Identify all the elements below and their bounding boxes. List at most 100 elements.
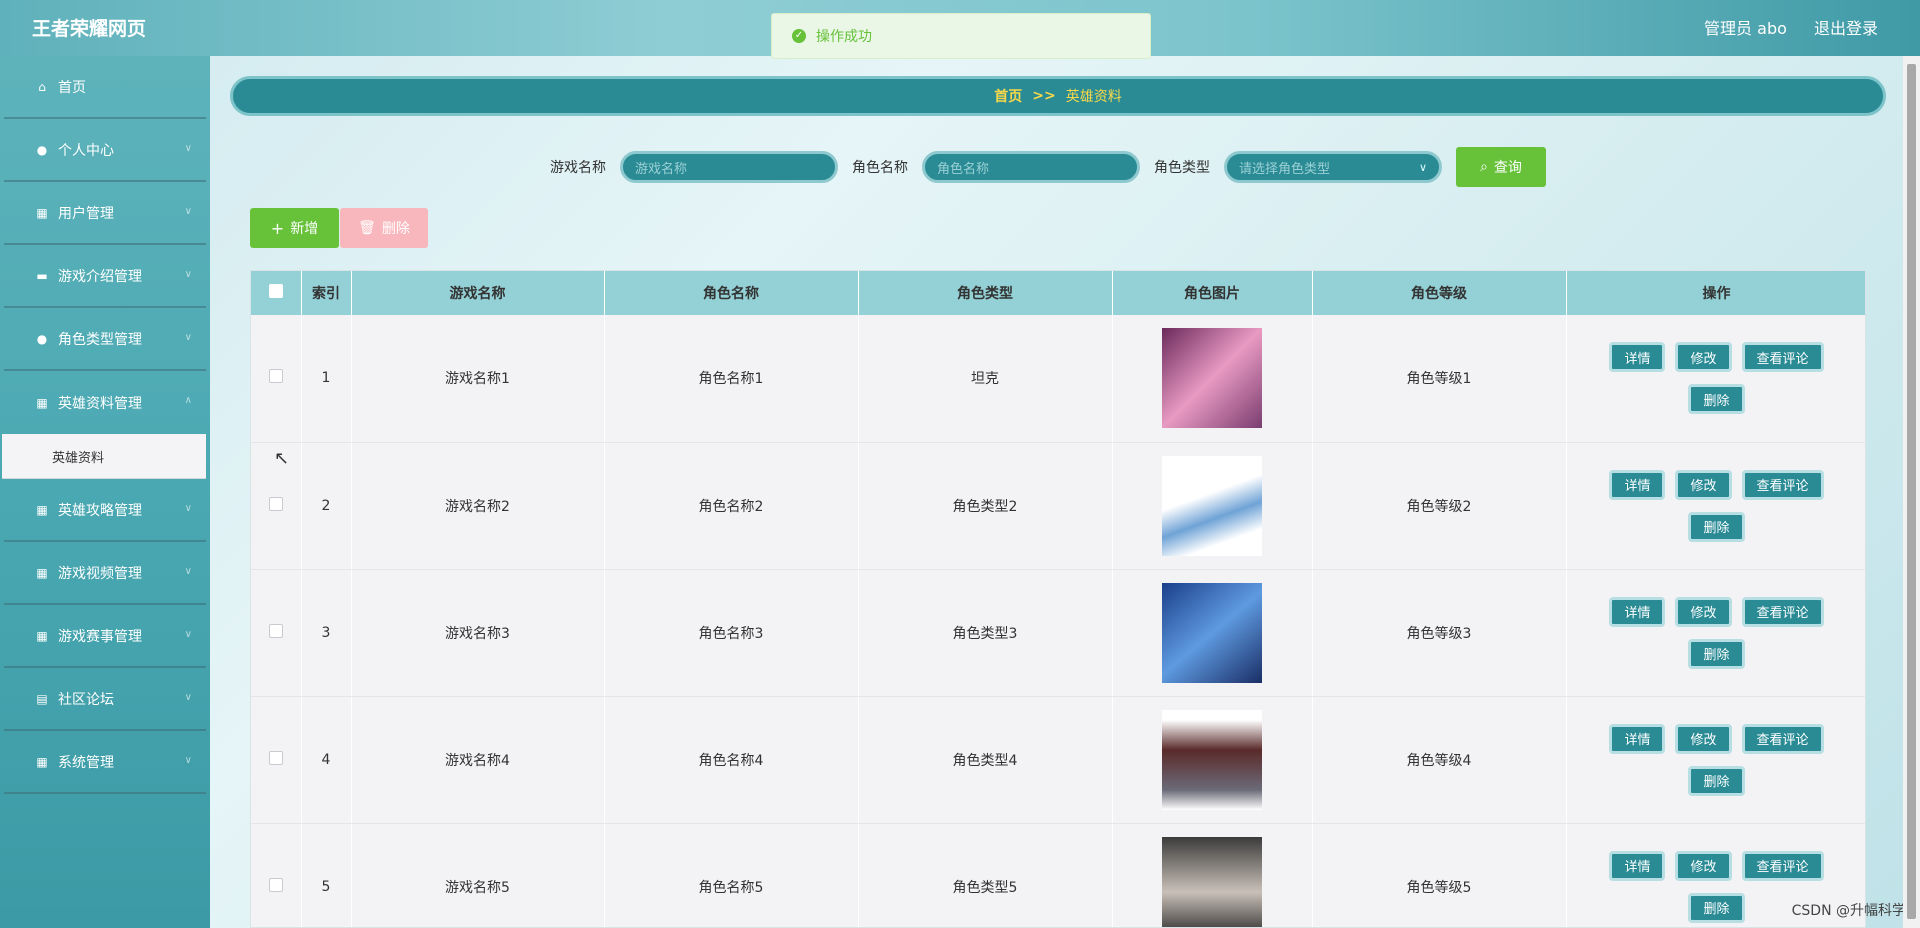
column-header-role-image: 角色图片 bbox=[1112, 271, 1313, 315]
row-role-level: 角色等级5 bbox=[1312, 823, 1567, 927]
edit-button[interactable]: 修改 bbox=[1675, 596, 1732, 627]
user-icon: ● bbox=[36, 331, 48, 346]
role-type-select[interactable]: 请选择角色类型 ∨ bbox=[1224, 151, 1442, 183]
row-checkbox[interactable] bbox=[268, 750, 283, 765]
sidebar-subitem-hero-info[interactable]: 英雄资料 bbox=[2, 434, 206, 479]
sidebar-item-home[interactable]: ⌂ 首页 bbox=[4, 56, 206, 119]
sidebar-item-system[interactable]: ▦ 系统管理 ∨ bbox=[4, 731, 206, 794]
column-header-actions: 操作 bbox=[1566, 271, 1865, 315]
sidebar-item-label: 个人中心 bbox=[58, 142, 114, 159]
row-role-type: 坦克 bbox=[858, 315, 1113, 443]
row-checkbox[interactable] bbox=[268, 623, 283, 638]
row-role-level: 角色等级1 bbox=[1312, 315, 1567, 443]
page-scrollbar[interactable] bbox=[1903, 56, 1920, 928]
chevron-down-icon: ∨ bbox=[184, 692, 192, 703]
row-select-cell bbox=[251, 823, 302, 927]
chevron-down-icon: ∨ bbox=[184, 206, 192, 217]
sidebar-item-hero-info[interactable]: ▦ 英雄资料管理 ∧ bbox=[4, 371, 206, 434]
grid-icon: ▦ bbox=[36, 628, 48, 643]
table-row: 1 游戏名称1 角色名称1 坦克 角色等级1 详情 修改 查看评论 删除 bbox=[251, 315, 1865, 443]
row-index: 4 bbox=[301, 696, 352, 824]
detail-button[interactable]: 详情 bbox=[1609, 469, 1666, 500]
breadcrumb: 首页 >> 英雄资料 bbox=[230, 76, 1886, 116]
sidebar-item-forum[interactable]: ▤ 社区论坛 ∨ bbox=[4, 668, 206, 731]
column-header-role-level: 角色等级 bbox=[1312, 271, 1567, 315]
row-delete-button[interactable]: 删除 bbox=[1688, 384, 1745, 415]
grid-icon: ▦ bbox=[36, 565, 48, 580]
row-role-level: 角色等级4 bbox=[1312, 696, 1567, 824]
sidebar-item-game-intro[interactable]: ▬ 游戏介绍管理 ∨ bbox=[4, 245, 206, 308]
sidebar-item-role-type[interactable]: ● 角色类型管理 ∨ bbox=[4, 308, 206, 371]
breadcrumb-current: 英雄资料 bbox=[1065, 89, 1122, 105]
toast-message: 操作成功 bbox=[816, 29, 872, 45]
sidebar-item-label: 游戏赛事管理 bbox=[58, 628, 142, 645]
select-all-checkbox[interactable] bbox=[268, 284, 283, 298]
detail-button[interactable]: 详情 bbox=[1609, 723, 1666, 754]
row-checkbox[interactable] bbox=[268, 369, 283, 384]
chevron-down-icon: ∨ bbox=[184, 503, 192, 514]
role-image bbox=[1162, 836, 1262, 927]
row-actions: 详情 修改 查看评论 删除 bbox=[1566, 442, 1865, 570]
add-button[interactable]: + 新增 bbox=[250, 208, 339, 248]
table-row: 4 游戏名称4 角色名称4 角色类型4 角色等级4 详情 修改 查看评论 删除 bbox=[251, 696, 1865, 824]
sidebar-item-hero-guide[interactable]: ▦ 英雄攻略管理 ∨ bbox=[4, 479, 206, 542]
chevron-up-icon: ∧ bbox=[184, 395, 192, 406]
row-delete-button[interactable]: 删除 bbox=[1688, 765, 1745, 796]
query-button[interactable]: ⌕ 查询 bbox=[1456, 147, 1546, 187]
column-header-role-name: 角色名称 bbox=[604, 271, 859, 315]
breadcrumb-home[interactable]: 首页 bbox=[994, 86, 1022, 106]
role-image bbox=[1162, 582, 1262, 683]
edit-button[interactable]: 修改 bbox=[1675, 723, 1732, 754]
row-role-type: 角色类型2 bbox=[858, 442, 1113, 570]
row-select-cell bbox=[251, 315, 302, 443]
user-icon: ● bbox=[36, 142, 48, 157]
scrollbar-thumb[interactable] bbox=[1907, 64, 1916, 919]
view-comments-button[interactable]: 查看评论 bbox=[1741, 596, 1824, 627]
admin-user-label[interactable]: 管理员 abo bbox=[1704, 19, 1787, 38]
chevron-down-icon: ∨ bbox=[184, 566, 192, 577]
game-name-input[interactable]: 游戏名称 bbox=[620, 151, 838, 183]
sidebar-item-user-management[interactable]: ▦ 用户管理 ∨ bbox=[4, 182, 206, 245]
row-role-type: 角色类型4 bbox=[858, 696, 1113, 824]
row-actions: 详情 修改 查看评论 删除 bbox=[1566, 696, 1865, 824]
edit-button[interactable]: 修改 bbox=[1675, 469, 1732, 500]
row-role-name: 角色名称1 bbox=[604, 315, 859, 443]
row-index: 1 bbox=[301, 315, 352, 443]
row-role-name: 角色名称5 bbox=[604, 823, 859, 927]
row-delete-button[interactable]: 删除 bbox=[1688, 511, 1745, 542]
edit-button[interactable]: 修改 bbox=[1675, 342, 1732, 373]
row-game-name: 游戏名称3 bbox=[351, 569, 605, 697]
row-role-type: 角色类型5 bbox=[858, 823, 1113, 927]
logout-button[interactable]: 退出登录 bbox=[1814, 19, 1878, 38]
chat-icon: ▬ bbox=[36, 268, 48, 283]
chevron-down-icon: ∨ bbox=[1418, 160, 1427, 174]
sidebar-item-personal-center[interactable]: ● 个人中心 ∨ bbox=[4, 119, 206, 182]
chevron-down-icon: ∨ bbox=[184, 755, 192, 766]
row-checkbox[interactable] bbox=[268, 496, 283, 511]
role-name-input[interactable]: 角色名称 bbox=[922, 151, 1140, 183]
sidebar-item-game-events[interactable]: ▦ 游戏赛事管理 ∨ bbox=[4, 605, 206, 668]
view-comments-button[interactable]: 查看评论 bbox=[1741, 342, 1824, 373]
detail-button[interactable]: 详情 bbox=[1609, 596, 1666, 627]
row-delete-button[interactable]: 删除 bbox=[1688, 638, 1745, 669]
breadcrumb-separator: >> bbox=[1032, 88, 1056, 104]
row-role-name: 角色名称3 bbox=[604, 569, 859, 697]
sidebar-item-game-video[interactable]: ▦ 游戏视频管理 ∨ bbox=[4, 542, 206, 605]
role-image bbox=[1162, 328, 1262, 429]
row-game-name: 游戏名称1 bbox=[351, 315, 605, 443]
sidebar-item-label: 英雄资料管理 bbox=[58, 395, 142, 412]
batch-delete-button[interactable]: 🗑 删除 bbox=[340, 208, 428, 248]
row-role-image-cell bbox=[1112, 696, 1313, 824]
row-delete-button[interactable]: 删除 bbox=[1688, 892, 1745, 923]
view-comments-button[interactable]: 查看评论 bbox=[1741, 850, 1824, 881]
view-comments-button[interactable]: 查看评论 bbox=[1741, 469, 1824, 500]
row-checkbox[interactable] bbox=[268, 877, 283, 892]
edit-button[interactable]: 修改 bbox=[1675, 850, 1732, 881]
game-name-label: 游戏名称 bbox=[550, 160, 606, 176]
view-comments-button[interactable]: 查看评论 bbox=[1741, 723, 1824, 754]
table-row: 3 游戏名称3 角色名称3 角色类型3 角色等级3 详情 修改 查看评论 删除 bbox=[251, 569, 1865, 697]
detail-button[interactable]: 详情 bbox=[1609, 850, 1666, 881]
app-title: 王者荣耀网页 bbox=[32, 18, 147, 40]
detail-button[interactable]: 详情 bbox=[1609, 342, 1666, 373]
watermark: CSDN @升幅科学 bbox=[1791, 903, 1906, 919]
